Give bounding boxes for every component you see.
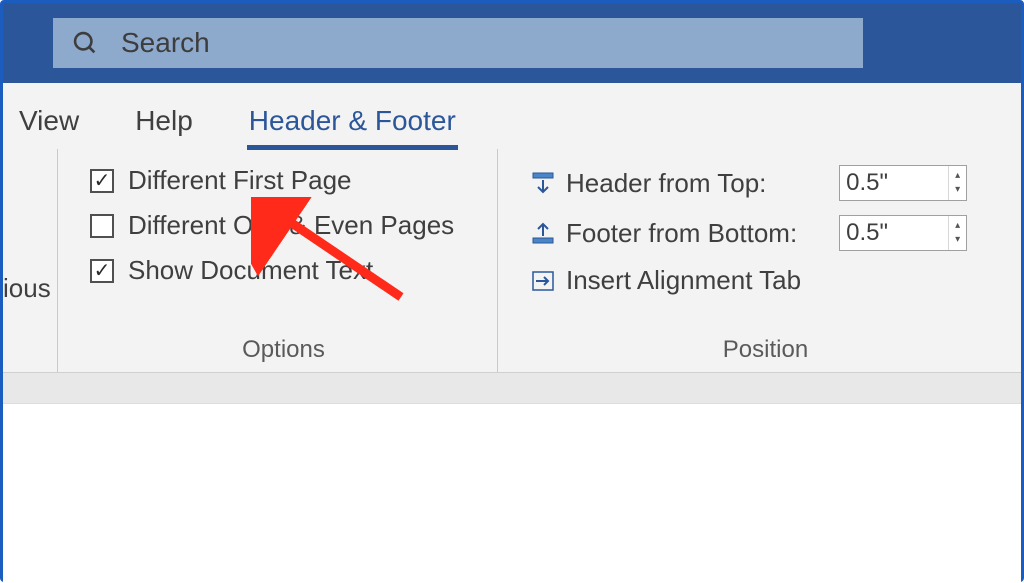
spinner-up-icon[interactable]: ▴ <box>949 219 966 233</box>
ribbon: ious Different First Page Different Odd … <box>3 149 1021 373</box>
spinner-arrows: ▴ ▾ <box>948 166 966 200</box>
checkbox-icon <box>90 259 114 283</box>
search-placeholder: Search <box>121 27 210 59</box>
search-box[interactable]: Search <box>53 18 863 68</box>
title-bar: Search <box>3 3 1021 83</box>
footer-from-bottom-label: Footer from Bottom: <box>566 218 797 249</box>
header-from-top-label: Header from Top: <box>566 168 766 199</box>
footer-from-bottom-spinner[interactable]: 0.5" ▴ ▾ <box>839 215 967 251</box>
header-from-top-spinner[interactable]: 0.5" ▴ ▾ <box>839 165 967 201</box>
document-gutter <box>3 373 1021 403</box>
footer-from-bottom-value: 0.5" <box>840 216 948 250</box>
checkbox-different-first-page[interactable]: Different First Page <box>90 165 477 196</box>
group-label-options: Options <box>90 328 477 364</box>
header-from-top-value: 0.5" <box>840 166 948 200</box>
spinner-down-icon[interactable]: ▾ <box>949 183 966 197</box>
option-label: Different Odd & Even Pages <box>128 210 454 241</box>
checkbox-icon <box>90 169 114 193</box>
tab-header-footer[interactable]: Header & Footer <box>247 101 458 150</box>
header-from-top-icon <box>530 170 556 196</box>
spinner-arrows: ▴ ▾ <box>948 216 966 250</box>
spinner-down-icon[interactable]: ▾ <box>949 233 966 247</box>
checkbox-show-document-text[interactable]: Show Document Text <box>90 255 477 286</box>
ribbon-tabs: View Help Header & Footer <box>3 83 1021 149</box>
tab-view[interactable]: View <box>17 101 81 149</box>
search-icon <box>71 29 99 57</box>
insert-alignment-tab-label: Insert Alignment Tab <box>566 265 801 296</box>
group-options: Different First Page Different Odd & Eve… <box>58 149 498 372</box>
insert-alignment-tab-icon <box>530 268 556 294</box>
checkbox-different-odd-even[interactable]: Different Odd & Even Pages <box>90 210 477 241</box>
insert-alignment-tab-button[interactable]: Insert Alignment Tab <box>530 265 801 296</box>
ribbon-cutoff-left: ious <box>3 149 58 372</box>
header-from-top-label-row: Header from Top: <box>530 168 766 199</box>
document-page[interactable] <box>3 403 1021 583</box>
group-label-position: Position <box>530 328 1001 364</box>
tab-help[interactable]: Help <box>133 101 195 149</box>
group-position: Header from Top: 0.5" ▴ ▾ <box>498 149 1021 372</box>
cutoff-text: ious <box>3 273 51 304</box>
option-label: Show Document Text <box>128 255 373 286</box>
footer-from-bottom-icon <box>530 220 556 246</box>
option-label: Different First Page <box>128 165 352 196</box>
footer-from-bottom-label-row: Footer from Bottom: <box>530 218 797 249</box>
checkbox-icon <box>90 214 114 238</box>
spinner-up-icon[interactable]: ▴ <box>949 169 966 183</box>
